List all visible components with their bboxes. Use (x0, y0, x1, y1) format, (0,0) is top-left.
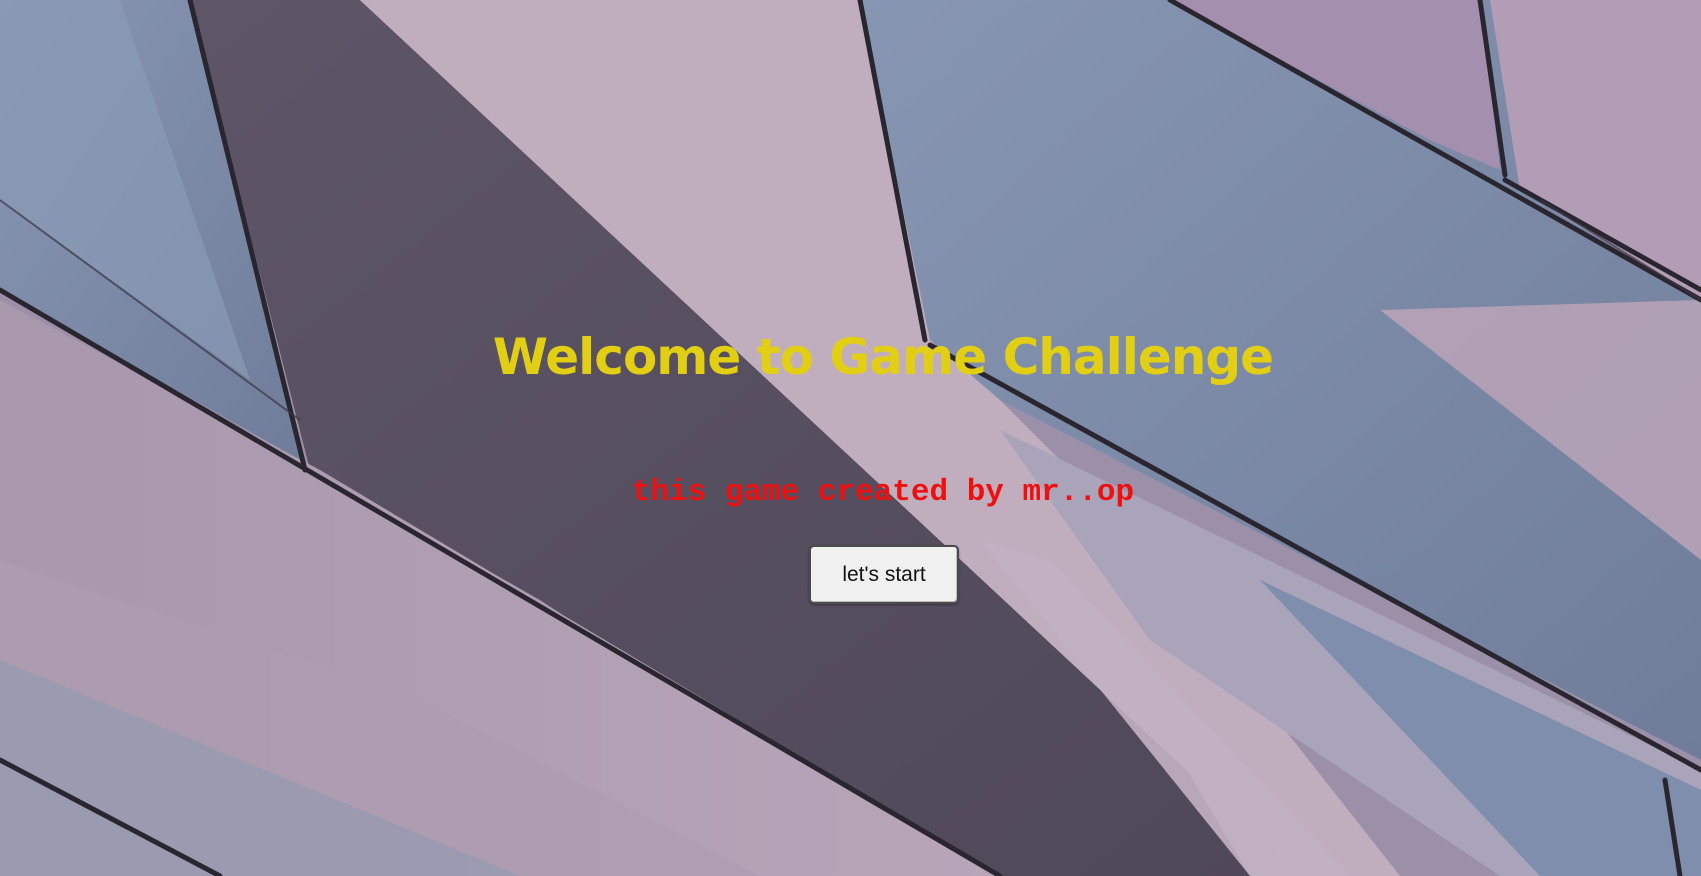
creator-credit: this game created by mr..op (631, 475, 1135, 510)
start-button[interactable]: let's start (809, 545, 959, 604)
welcome-screen: Welcome to Game Challenge this game crea… (0, 0, 1701, 876)
page-title: Welcome to Game Challenge (492, 328, 1274, 386)
